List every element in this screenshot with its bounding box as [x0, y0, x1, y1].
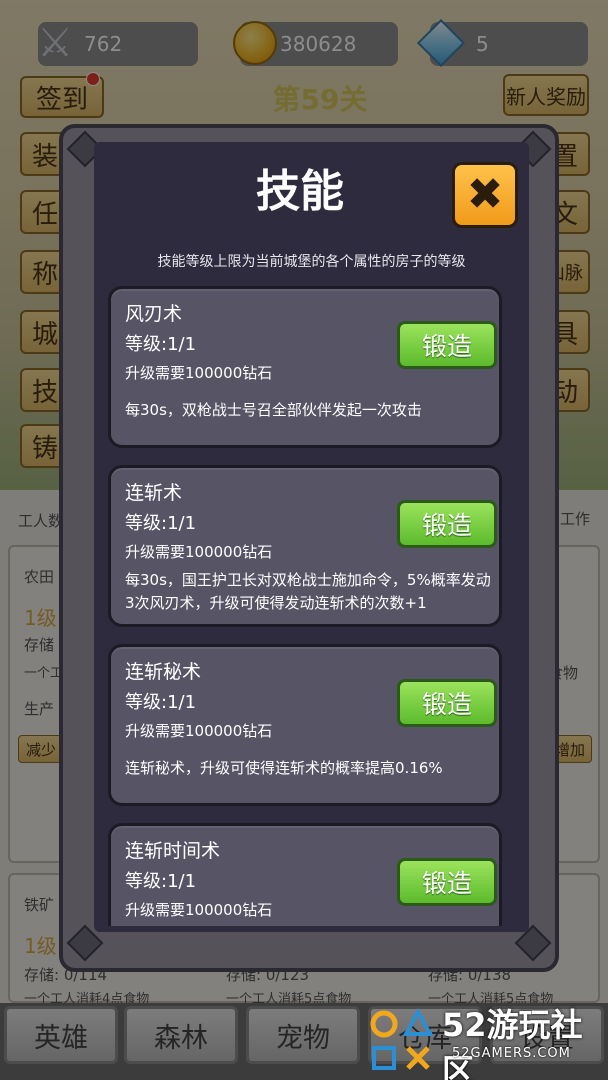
forge-label: 锻造	[421, 869, 472, 898]
skill-name: 连斩术	[125, 482, 183, 504]
close-button[interactable]: ✖	[452, 162, 518, 228]
forge-label: 锻造	[421, 511, 472, 540]
close-icon: ✖	[466, 169, 504, 220]
watermark-url: 52GAMERS.COM	[452, 1046, 571, 1061]
skill-name: 连斩秘术	[125, 661, 202, 683]
forge-button[interactable]: 锻造	[397, 500, 497, 548]
skill-list[interactable]: 风刃术 等级:1/1 升级需要100000钻石 每30s，双枪战士号召全部伙伴发…	[94, 280, 529, 926]
skill-requirement: 升级需要100000钻石	[125, 722, 273, 740]
skill-card: 连斩时间术 等级:1/1 升级需要100000钻石 锻造	[108, 823, 502, 926]
skill-requirement: 升级需要100000钻石	[125, 901, 273, 919]
skill-description: 每30s，国王护卫长对双枪战士施加命令，5%概率发动3次风刃术，升级可使得发动连…	[125, 571, 491, 612]
skill-description: 每30s，双枪战士号召全部伙伴发起一次攻击	[125, 401, 422, 419]
skill-card: 连斩秘术 等级:1/1 升级需要100000钻石 连斩秘术，升级可使得连斩术的概…	[108, 644, 502, 806]
skill-requirement: 升级需要100000钻石	[125, 364, 273, 382]
watermark-logo-icon	[370, 1007, 434, 1070]
site-watermark: 52游玩社区 52GAMERS.COM	[360, 996, 608, 1080]
skill-level: 等级:1/1	[125, 871, 197, 892]
forge-button[interactable]: 锻造	[397, 858, 497, 906]
forge-label: 锻造	[421, 690, 472, 719]
forge-button[interactable]: 锻造	[397, 321, 497, 369]
skill-name: 连斩时间术	[125, 840, 221, 862]
skill-name: 风刃术	[125, 303, 183, 325]
forge-button[interactable]: 锻造	[397, 679, 497, 727]
skill-requirement: 升级需要100000钻石	[125, 543, 273, 561]
watermark-text: 52游玩社区	[442, 1006, 583, 1080]
dialog-subtitle: 技能等级上限为当前城堡的各个属性的房子的等级	[157, 254, 466, 270]
skill-level: 等级:1/1	[125, 692, 197, 713]
forge-label: 锻造	[421, 332, 472, 361]
skill-description: 连斩秘术，升级可使得连斩术的概率提高0.16%	[125, 759, 443, 777]
skill-card: 连斩术 等级:1/1 升级需要100000钻石 每30s，国王护卫长对双枪战士施…	[108, 465, 502, 627]
skill-card: 风刃术 等级:1/1 升级需要100000钻石 每30s，双枪战士号召全部伙伴发…	[108, 286, 502, 448]
skill-level: 等级:1/1	[125, 334, 197, 355]
dialog-title: 技能	[256, 166, 344, 217]
skill-level: 等级:1/1	[125, 513, 197, 534]
